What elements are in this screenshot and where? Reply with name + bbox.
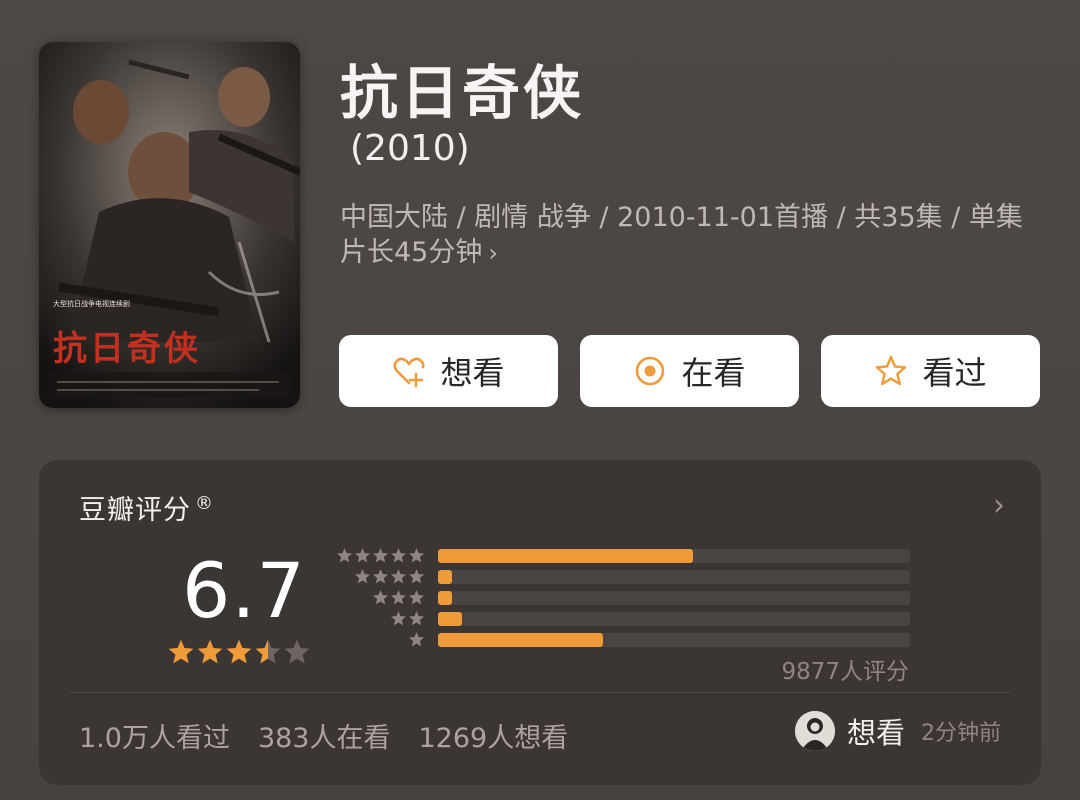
rating-bar-track	[438, 570, 910, 584]
avatar[interactable]	[794, 711, 835, 751]
watched-label: 看过	[922, 354, 987, 392]
poster-artwork: 大型抗日战争电视连续剧 抗日奇侠	[39, 42, 300, 408]
rating-stars	[167, 638, 312, 666]
want-to-watch-button[interactable]: 想看	[339, 335, 558, 407]
rating-bar-fill	[438, 591, 453, 605]
small-star-icon	[408, 548, 425, 563]
rating-distribution	[332, 546, 952, 651]
friend-activity[interactable]: 想看 2分钟前	[794, 710, 1001, 752]
star-icon	[226, 639, 252, 664]
page-title: 抗日奇侠	[340, 59, 585, 127]
rating-bar-track	[438, 612, 910, 626]
poster-title-text: 抗日奇侠	[53, 329, 201, 369]
rating-bar-fill	[438, 633, 604, 647]
star-icon	[197, 639, 223, 664]
small-star-icon	[390, 548, 407, 563]
small-star-icon	[354, 548, 371, 563]
watching-count[interactable]: 383人在看	[258, 716, 391, 755]
small-star-icon	[408, 632, 425, 647]
show-info[interactable]: 中国大陆 / 剧情 战争 / 2010-11-01首播 / 共35集 / 单集片…	[340, 200, 1040, 271]
watched-count[interactable]: 1.0万人看过	[79, 716, 230, 755]
rating-bar-track	[438, 591, 910, 605]
rating-source-label: 豆瓣评分 ®	[79, 493, 214, 526]
rating-bar-fill	[438, 549, 693, 563]
chevron-right-icon: ›	[488, 239, 498, 267]
rating-row-4-star	[332, 567, 952, 588]
row-stars	[335, 547, 425, 564]
poster-caption: 大型抗日战争电视连续剧	[53, 299, 130, 308]
watching-label: 在看	[681, 354, 746, 392]
small-star-icon	[390, 611, 407, 626]
small-star-icon	[336, 548, 353, 563]
row-stars	[371, 589, 425, 606]
activity-time: 2分钟前	[921, 721, 1001, 746]
rating-bar-track	[438, 633, 910, 647]
want-label: 想看	[440, 354, 505, 392]
rating-bar-fill	[438, 570, 453, 584]
heart-plus-icon	[392, 354, 426, 388]
small-star-icon	[408, 611, 425, 626]
watch-stats: 1.0万人看过 383人在看 1269人想看	[79, 716, 568, 755]
chevron-right-icon[interactable]: ›	[993, 488, 1005, 523]
want-count[interactable]: 1269人想看	[419, 716, 569, 755]
rating-row-2-star	[332, 609, 952, 630]
rating-score: 6.7	[182, 546, 306, 635]
small-star-icon	[408, 590, 425, 605]
row-stars	[407, 631, 425, 648]
small-star-icon	[372, 569, 389, 584]
small-star-icon	[372, 590, 389, 605]
rating-bar-fill	[438, 612, 462, 626]
rating-row-5-star	[332, 546, 952, 567]
release-year: (2010)	[350, 128, 470, 169]
star-icon	[284, 639, 310, 664]
watching-button[interactable]: 在看	[580, 335, 799, 407]
rating-card[interactable]: 豆瓣评分 ® › 6.7 9877人评分 1.0万人看过 383人在看 1269人…	[39, 460, 1041, 785]
small-star-icon	[408, 569, 425, 584]
show-meta-text: 中国大陆 / 剧情 战争 / 2010-11-01首播 / 共35集 / 单集片…	[340, 202, 1023, 268]
rating-count: 9877人评分	[781, 659, 909, 685]
registered-mark: ®	[195, 493, 214, 514]
divider	[69, 692, 1011, 693]
watched-button[interactable]: 看过	[821, 335, 1040, 407]
small-star-icon	[390, 569, 407, 584]
small-star-icon	[354, 569, 371, 584]
star-icon	[168, 639, 194, 664]
rating-bar-track	[438, 549, 910, 563]
row-stars	[389, 610, 425, 627]
target-circle-icon	[633, 354, 667, 388]
small-star-icon	[372, 548, 389, 563]
movie-detail-page: 大型抗日战争电视连续剧 抗日奇侠 抗日奇侠 (2010) 中国大陆 / 剧情 战…	[0, 0, 1080, 800]
star-outline-icon	[874, 354, 908, 388]
rating-row-1-star	[332, 630, 952, 651]
activity-action: 想看	[846, 716, 905, 750]
poster-image[interactable]: 大型抗日战争电视连续剧 抗日奇侠	[39, 42, 300, 408]
rating-row-3-star	[332, 588, 952, 609]
small-star-icon	[390, 590, 407, 605]
row-stars	[353, 568, 425, 585]
star-icon	[255, 639, 281, 664]
